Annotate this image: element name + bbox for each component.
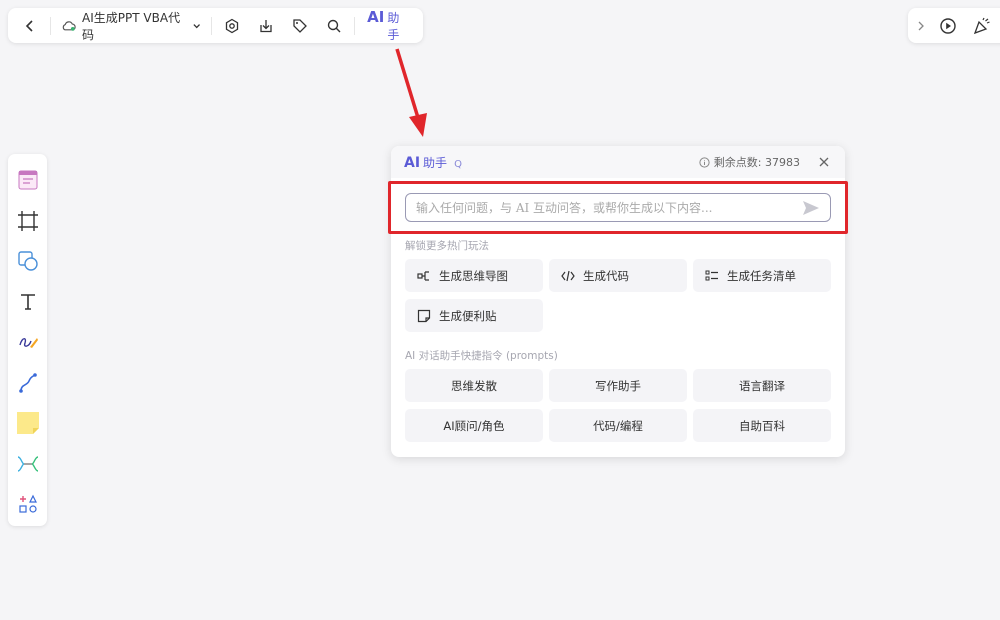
- chip-label: AI顾问/角色: [443, 418, 505, 433]
- document-title: AI生成PPT VBA代码: [82, 10, 181, 42]
- template-icon: [18, 170, 37, 190]
- settings-button[interactable]: [218, 12, 246, 40]
- chip-label: 自助百科: [739, 418, 785, 433]
- tool-template[interactable]: [12, 160, 44, 201]
- chip-prompt-brainstorm[interactable]: 思维发散: [405, 369, 543, 402]
- ai-prompt-input[interactable]: [416, 200, 802, 215]
- chip-label: 写作助手: [595, 378, 641, 393]
- chip-generate-checklist[interactable]: 生成任务清单: [693, 259, 831, 292]
- tool-connector[interactable]: [12, 363, 44, 404]
- tool-shape[interactable]: [12, 241, 44, 282]
- points-remaining: 剩余点数: 37983: [699, 154, 800, 170]
- left-tool-panel: [8, 154, 47, 526]
- expand-button[interactable]: [914, 12, 928, 40]
- chip-label: 语言翻译: [739, 378, 785, 393]
- checklist-icon: [705, 270, 718, 280]
- section-label-prompts: AI 对话助手快捷指令 (prompts): [405, 350, 558, 362]
- chip-prompt-writing[interactable]: 写作助手: [549, 369, 687, 402]
- frame-icon: [17, 210, 38, 231]
- chevron-right-icon: [918, 21, 924, 30]
- chip-label: 生成思维导图: [439, 268, 508, 283]
- ai-assistant-button[interactable]: AI 助手: [361, 8, 415, 43]
- chevron-left-icon: [25, 19, 33, 32]
- tool-pen[interactable]: [12, 322, 44, 363]
- play-icon: [940, 17, 956, 34]
- send-button[interactable]: [802, 199, 820, 217]
- download-icon: [260, 19, 272, 32]
- annotation-arrow: [395, 48, 427, 137]
- mindmap-icon: [17, 456, 38, 472]
- search-button[interactable]: [320, 12, 348, 40]
- chip-label: 代码/编程: [593, 418, 643, 433]
- top-right-toolbar: [908, 8, 1000, 43]
- chip-label: 生成便利贴: [439, 308, 497, 323]
- ai-prompt-field: [405, 193, 831, 222]
- shape-icon: [17, 251, 38, 271]
- chip-generate-mindmap[interactable]: 生成思维导图: [405, 259, 543, 292]
- connector-icon: [18, 372, 37, 393]
- toolbar-divider: [211, 16, 213, 35]
- section-label-play: 解锁更多热门玩法: [405, 240, 489, 252]
- ai-label: 助手: [387, 11, 400, 42]
- panel-header: AI 助手 Q 剩余点数: 37983: [391, 146, 845, 178]
- chip-generate-sticky-note[interactable]: 生成便利贴: [405, 299, 543, 332]
- party-popper-icon: [973, 17, 990, 34]
- toolbar-divider: [50, 16, 51, 35]
- panel-title-label: 助手: [423, 155, 448, 170]
- apps-icon: [18, 494, 37, 513]
- cloud-icon: [62, 20, 76, 31]
- present-button[interactable]: [934, 12, 962, 40]
- info-icon: [699, 156, 710, 168]
- ai-assistant-panel: AI 助手 Q 剩余点数: 37983 解锁更多热门玩法 生成思维导图 生成代码…: [391, 146, 845, 457]
- celebrate-button[interactable]: [968, 12, 996, 40]
- chip-label: 生成任务清单: [727, 268, 796, 283]
- tool-text[interactable]: [12, 282, 44, 323]
- tag-icon: [293, 18, 308, 33]
- points-label: 剩余点数: 37983: [713, 156, 800, 169]
- tool-sticky-note[interactable]: [12, 403, 44, 444]
- sticky-note-icon: [417, 309, 431, 322]
- gear-icon: [226, 18, 239, 33]
- panel-title-hint: Q: [454, 158, 462, 170]
- top-toolbar: AI生成PPT VBA代码 AI 助手: [8, 8, 423, 43]
- close-button[interactable]: [816, 154, 832, 170]
- close-icon: [819, 157, 829, 167]
- toolbar-divider: [354, 16, 356, 35]
- chip-label: 生成代码: [583, 268, 629, 283]
- search-icon: [327, 19, 341, 32]
- code-icon: [561, 270, 575, 281]
- ai-label-prefix: AI: [367, 8, 385, 26]
- pen-icon: [18, 338, 38, 349]
- tool-more[interactable]: [12, 484, 44, 525]
- chip-prompt-encyclopedia[interactable]: 自助百科: [693, 409, 831, 442]
- mindmap-icon: [417, 270, 429, 281]
- chevron-down-icon: [193, 23, 200, 28]
- panel-title-prefix: AI: [404, 154, 421, 171]
- tool-mindmap[interactable]: [12, 444, 44, 485]
- panel-title: AI 助手 Q: [404, 154, 462, 171]
- chip-prompt-translate[interactable]: 语言翻译: [693, 369, 831, 402]
- download-button[interactable]: [252, 12, 280, 40]
- text-icon: [20, 293, 35, 310]
- chip-prompt-coding[interactable]: 代码/编程: [549, 409, 687, 442]
- chip-generate-code[interactable]: 生成代码: [549, 259, 687, 292]
- chip-prompt-advisor[interactable]: AI顾问/角色: [405, 409, 543, 442]
- back-button[interactable]: [16, 12, 44, 40]
- document-title-dropdown[interactable]: AI生成PPT VBA代码: [57, 9, 205, 43]
- tool-frame[interactable]: [12, 201, 44, 242]
- chip-label: 思维发散: [451, 378, 497, 393]
- tag-button[interactable]: [286, 12, 314, 40]
- send-icon: [803, 200, 819, 215]
- sticky-note-icon: [16, 412, 39, 435]
